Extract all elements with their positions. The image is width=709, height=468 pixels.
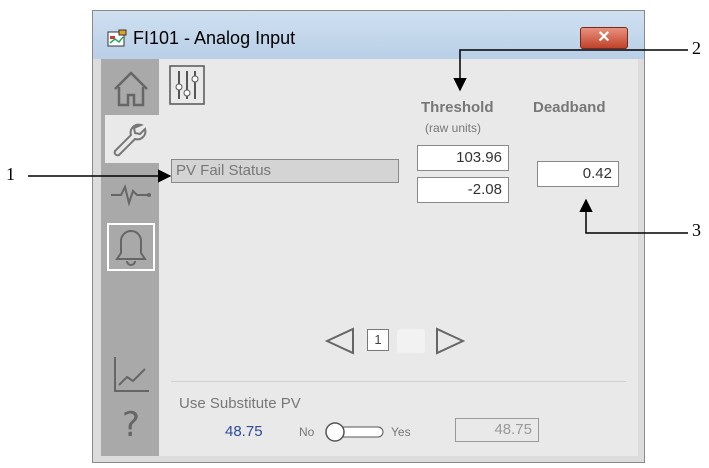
callout-2-line (453, 49, 688, 92)
callout-3: 3 (692, 220, 701, 240)
callout-overlay (28, 49, 688, 234)
callout-2: 2 (692, 38, 701, 58)
callout-1: 1 (6, 164, 15, 184)
callout-3-line (579, 198, 688, 234)
